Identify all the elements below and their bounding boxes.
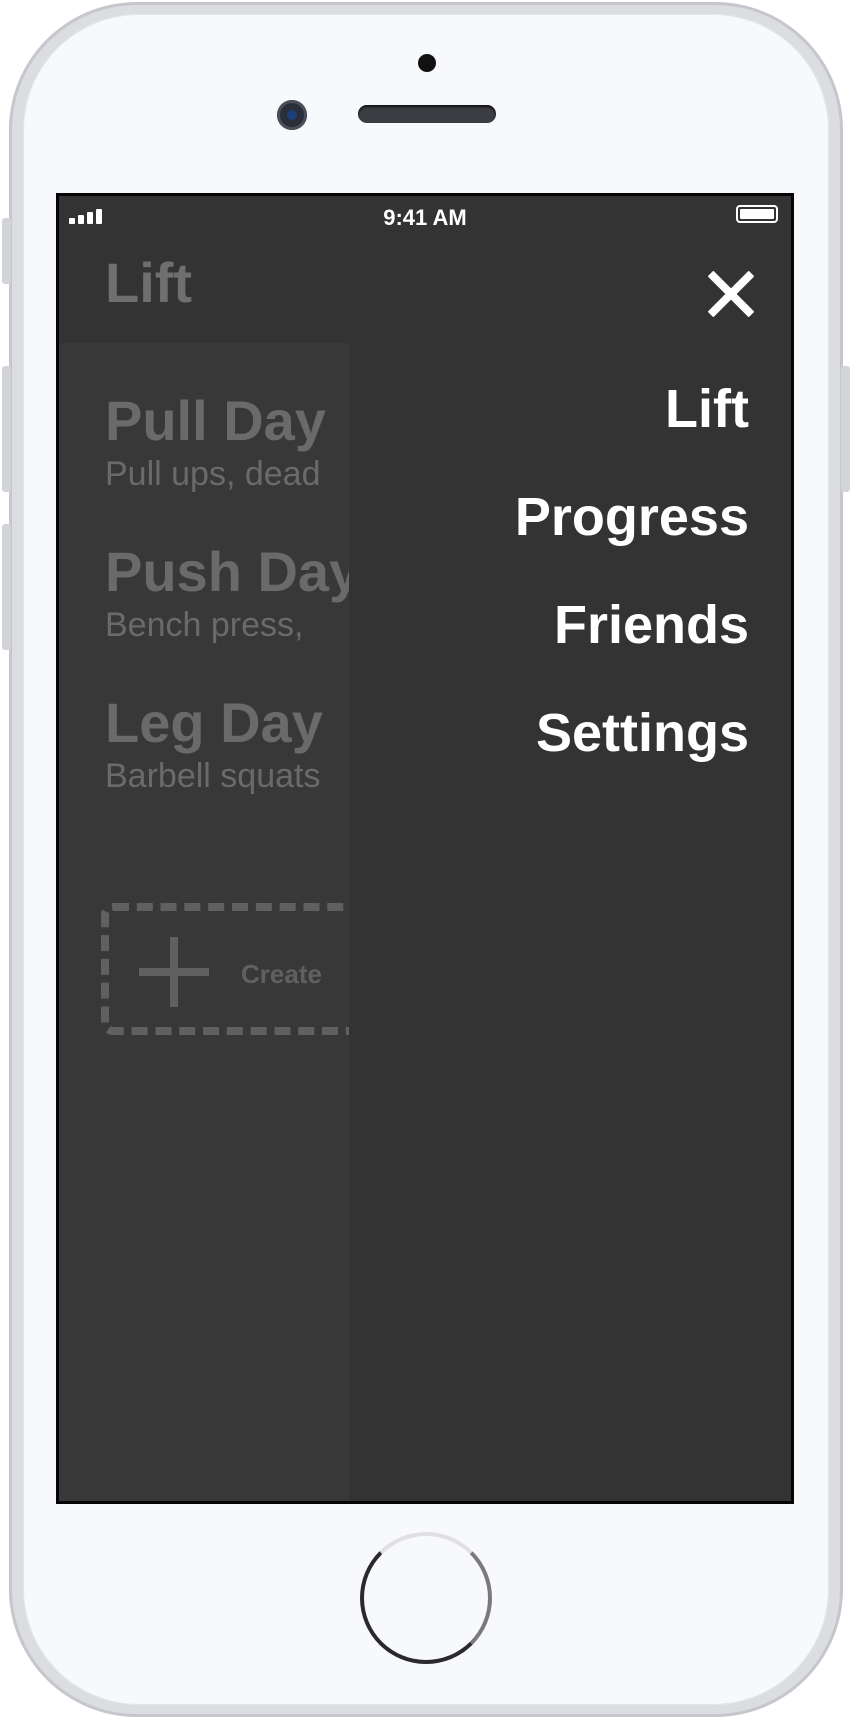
workout-card[interactable]: Leg Day Barbell squats	[105, 691, 323, 796]
workout-card[interactable]: Pull Day Pull ups, dead	[105, 389, 326, 494]
workout-description: Bench press,	[105, 606, 304, 644]
battery-icon	[736, 205, 778, 223]
create-label: Create	[241, 959, 322, 989]
menu-item-lift[interactable]: Lift	[665, 378, 749, 440]
front-camera-icon	[418, 54, 436, 72]
silent-switch	[2, 218, 11, 284]
phone-screen: 9:41 AM Lift Pull Day Pull ups, dead Pus…	[56, 193, 794, 1504]
page-title: Lift	[105, 251, 193, 314]
workout-name: Leg Day	[105, 691, 323, 754]
navigation-menu: Lift Progress Friends Settings	[349, 230, 791, 1501]
workout-description: Barbell squats	[105, 757, 321, 795]
workout-description: Pull ups, dead	[105, 455, 321, 493]
status-bar: 9:41 AM	[59, 196, 791, 230]
earpiece-speaker	[358, 105, 496, 123]
power-button	[841, 366, 850, 492]
volume-up-button	[2, 366, 11, 492]
close-icon[interactable]	[707, 270, 755, 318]
selfie-lens-icon	[277, 100, 307, 130]
plus-icon	[139, 937, 209, 1007]
workout-card[interactable]: Push Day Bench press,	[105, 540, 361, 645]
workout-name: Pull Day	[105, 389, 326, 452]
menu-item-friends[interactable]: Friends	[554, 594, 749, 656]
home-button[interactable]	[360, 1532, 492, 1664]
volume-down-button	[2, 524, 11, 650]
menu-item-progress[interactable]: Progress	[515, 486, 749, 548]
menu-item-settings[interactable]: Settings	[536, 702, 749, 764]
workout-name: Push Day	[105, 540, 361, 603]
status-time: 9:41 AM	[383, 205, 467, 230]
